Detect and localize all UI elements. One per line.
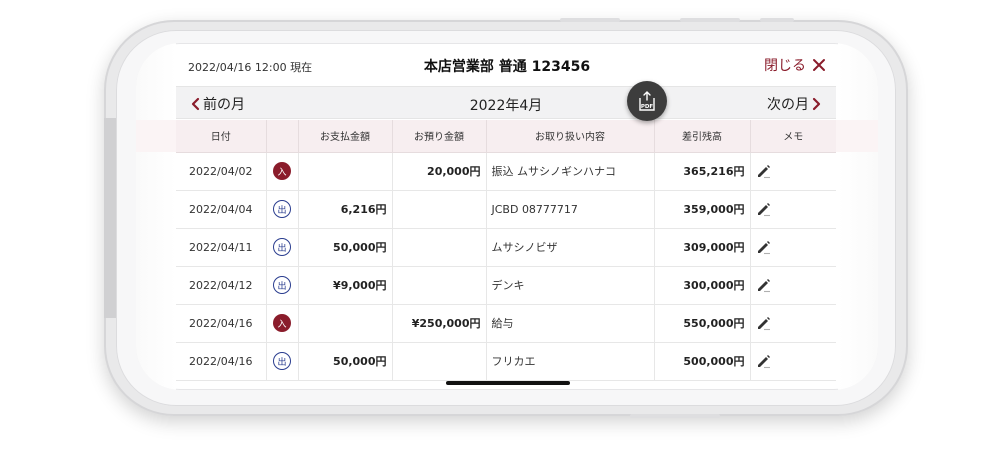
description-cell: フリカエ <box>486 342 655 381</box>
header-band <box>836 120 878 152</box>
deposit-cell <box>392 266 487 305</box>
payment-cell: 50,000円 <box>298 342 393 381</box>
date-cell: 2022/04/16 <box>176 342 267 381</box>
deposit-cell: 20,000円 <box>392 152 487 191</box>
withdrawal-badge: 出 <box>273 276 291 294</box>
pencil-icon[interactable] <box>756 277 772 293</box>
pencil-icon[interactable] <box>756 353 772 369</box>
column-header-memo: メモ <box>750 120 836 153</box>
column-header-type <box>266 120 299 153</box>
close-icon <box>813 59 825 71</box>
memo-cell <box>750 190 836 229</box>
table-row: 2022/04/04 出 6,216円 JCBD 08777717 359,00… <box>176 190 836 229</box>
pencil-icon[interactable] <box>756 315 772 331</box>
withdrawal-badge: 出 <box>273 352 291 370</box>
deposit-badge: 入 <box>273 162 291 180</box>
type-cell: 出 <box>266 228 299 267</box>
home-indicator[interactable] <box>446 381 570 385</box>
type-cell: 出 <box>266 266 299 305</box>
deposit-cell: ¥250,000円 <box>392 304 487 343</box>
deposit-cell <box>392 342 487 381</box>
withdrawal-badge: 出 <box>273 200 291 218</box>
table-row: 2022/04/02 入 20,000円 振込 ムサシノギンハナコ 365,21… <box>176 152 836 191</box>
close-label: 閉じる <box>764 58 806 74</box>
balance-cell: 500,000円 <box>654 342 751 381</box>
pdf-label: PDF <box>641 104 654 110</box>
column-header-balance: 差引残高 <box>654 120 751 153</box>
screen-edge <box>136 43 176 390</box>
memo-cell <box>750 342 836 381</box>
description-cell: ムサシノビザ <box>486 228 655 267</box>
type-cell: 入 <box>266 152 299 191</box>
payment-cell <box>298 304 393 343</box>
payment-cell: ¥9,000円 <box>298 266 393 305</box>
column-header-deposit: お預り金額 <box>392 120 487 153</box>
memo-cell <box>750 228 836 267</box>
description-cell: 振込 ムサシノギンハナコ <box>486 152 655 191</box>
column-header-description: お取り扱い内容 <box>486 120 655 153</box>
table-row: 2022/04/12 出 ¥9,000円 デンキ 300,000円 <box>176 266 836 305</box>
payment-cell: 6,216円 <box>298 190 393 229</box>
memo-cell <box>750 304 836 343</box>
pencil-icon[interactable] <box>756 239 772 255</box>
payment-cell: 50,000円 <box>298 228 393 267</box>
date-cell: 2022/04/12 <box>176 266 267 305</box>
phone-side-button <box>630 414 720 418</box>
pdf-export-icon: PDF <box>639 91 655 111</box>
balance-cell: 309,000円 <box>654 228 751 267</box>
table-header-row: 日付 お支払金額 お預り金額 お取り扱い内容 差引残高 メモ <box>176 120 836 153</box>
chevron-right-icon <box>812 97 821 111</box>
date-cell: 2022/04/04 <box>176 190 267 229</box>
type-cell: 入 <box>266 304 299 343</box>
pencil-icon[interactable] <box>756 163 772 179</box>
payment-cell <box>298 152 393 191</box>
table-row: 2022/04/16 入 ¥250,000円 給与 550,000円 <box>176 304 836 343</box>
date-cell: 2022/04/02 <box>176 152 267 191</box>
current-month: 2022年4月 <box>469 98 543 114</box>
phone-side-button <box>680 18 740 22</box>
withdrawal-badge: 出 <box>273 238 291 256</box>
type-cell: 出 <box>266 190 299 229</box>
next-month-button[interactable]: 次の月 <box>767 94 822 114</box>
header-band <box>136 120 176 152</box>
balance-cell: 300,000円 <box>654 266 751 305</box>
phone-side-button <box>560 18 620 22</box>
table-row: 2022/04/11 出 50,000円 ムサシノビザ 309,000円 <box>176 228 836 267</box>
phone-side-button <box>760 18 794 22</box>
table-row: 2022/04/16 出 50,000円 フリカエ 500,000円 <box>176 342 836 381</box>
month-navigation: 前の月 2022年4月 次の月 <box>176 86 836 119</box>
pdf-export-button[interactable]: PDF <box>627 81 667 121</box>
description-cell: 給与 <box>486 304 655 343</box>
balance-cell: 365,216円 <box>654 152 751 191</box>
memo-cell <box>750 266 836 305</box>
pencil-icon[interactable] <box>756 201 772 217</box>
app-screen: 2022/04/16 12:00 現在 本店営業部 普通 123456 閉じる … <box>136 43 878 390</box>
date-cell: 2022/04/16 <box>176 304 267 343</box>
description-cell: デンキ <box>486 266 655 305</box>
memo-cell <box>750 152 836 191</box>
next-month-label: 次の月 <box>767 97 809 113</box>
screen-edge <box>838 43 878 390</box>
description-cell: JCBD 08777717 <box>486 190 655 229</box>
deposit-cell <box>392 190 487 229</box>
close-button[interactable]: 閉じる <box>764 55 826 75</box>
deposit-badge: 入 <box>273 314 291 332</box>
transaction-table: 日付 お支払金額 お預り金額 お取り扱い内容 差引残高 メモ 2022/04/0… <box>176 120 836 381</box>
top-bar: 2022/04/16 12:00 現在 本店営業部 普通 123456 閉じる <box>136 43 878 85</box>
type-cell: 出 <box>266 342 299 381</box>
column-header-date: 日付 <box>176 120 267 153</box>
balance-cell: 359,000円 <box>654 190 751 229</box>
date-cell: 2022/04/11 <box>176 228 267 267</box>
column-header-payment: お支払金額 <box>298 120 393 153</box>
balance-cell: 550,000円 <box>654 304 751 343</box>
deposit-cell <box>392 228 487 267</box>
